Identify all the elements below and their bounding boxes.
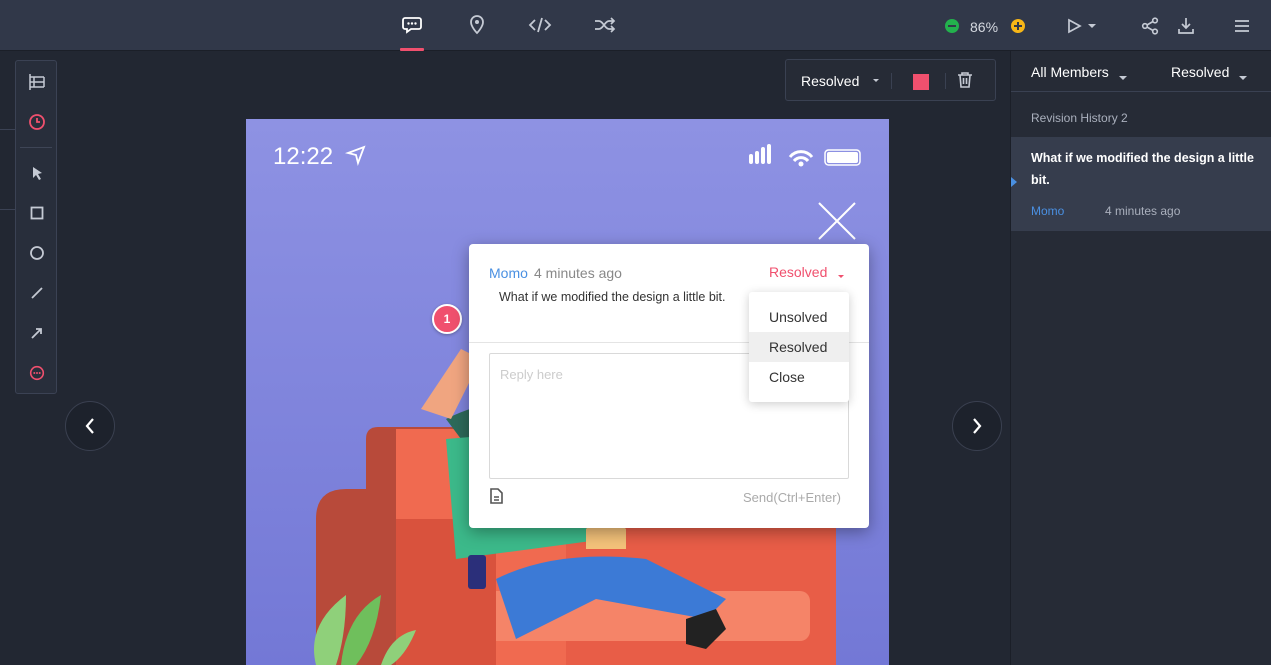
- comment-filter-toolbar: Resolved: [785, 59, 996, 101]
- menu-icon: [1235, 20, 1249, 32]
- comment-card[interactable]: What if we modified the design a little …: [1011, 137, 1271, 231]
- share-icon: [1141, 17, 1159, 35]
- arrow-icon: [31, 328, 42, 339]
- status-option-resolved[interactable]: Resolved: [749, 332, 849, 362]
- chevron-right-icon: [973, 418, 982, 434]
- circle-icon: [30, 246, 44, 260]
- share-button[interactable]: [1139, 15, 1161, 37]
- color-swatch[interactable]: [913, 74, 929, 90]
- zoom-in-button[interactable]: [1011, 19, 1025, 33]
- status-filter[interactable]: Resolved: [1171, 64, 1229, 80]
- code-icon: [528, 17, 552, 33]
- zoom-level: 86%: [970, 19, 999, 35]
- comment-card-text: What if we modified the design a little …: [1031, 151, 1254, 187]
- divider: [20, 147, 52, 148]
- layers-icon: [29, 74, 45, 90]
- comment-time: 4 minutes ago: [534, 265, 622, 281]
- pointer-icon: [33, 167, 42, 180]
- chevron-left-icon: [85, 418, 94, 434]
- tab-location[interactable]: [464, 12, 490, 38]
- shuffle-icon: [595, 17, 616, 33]
- document-icon: [490, 488, 503, 504]
- top-bar: 86%: [0, 0, 1271, 51]
- comment-icon: [402, 17, 422, 34]
- comment-author[interactable]: Momo: [489, 265, 528, 281]
- circle-tool[interactable]: [26, 242, 48, 264]
- send-button[interactable]: Send(Ctrl+Enter): [743, 490, 841, 505]
- divider: [1011, 91, 1271, 92]
- history-tool[interactable]: [26, 111, 48, 133]
- location-pin-icon: [470, 15, 484, 35]
- menu-button[interactable]: [1231, 15, 1253, 37]
- status-filter-label[interactable]: Resolved: [801, 73, 859, 89]
- download-icon: [1178, 18, 1194, 34]
- status-dropdown-menu: Unsolved Resolved Close: [749, 292, 849, 402]
- comment-text: What if we modified the design a little …: [499, 290, 726, 304]
- selected-indicator: [1011, 177, 1017, 187]
- rectangle-icon: [30, 206, 44, 220]
- layers-tool[interactable]: [26, 71, 48, 93]
- download-button[interactable]: [1175, 15, 1197, 37]
- divider: [945, 73, 946, 89]
- tool-panel: [15, 60, 57, 394]
- revision-history-label[interactable]: Revision History 2: [1031, 111, 1128, 125]
- arrow-tool[interactable]: [26, 322, 48, 344]
- comment-tool-icon: [29, 365, 45, 381]
- chevron-down-icon[interactable]: [871, 73, 881, 92]
- play-icon: [1068, 18, 1082, 34]
- tab-shuffle[interactable]: [592, 12, 618, 38]
- preview-dropdown[interactable]: [1085, 15, 1099, 37]
- next-page-button[interactable]: [952, 401, 1002, 451]
- chevron-down-icon[interactable]: [1118, 68, 1128, 86]
- member-filter[interactable]: All Members: [1031, 64, 1109, 80]
- comments-panel: All Members Resolved Revision History 2 …: [1010, 51, 1271, 665]
- comment-status-select[interactable]: Resolved: [769, 264, 827, 280]
- line-icon: [31, 287, 43, 299]
- chevron-down-icon: [1088, 24, 1096, 28]
- attach-button[interactable]: [489, 488, 503, 509]
- trash-icon: [958, 72, 972, 88]
- divider: [0, 209, 15, 210]
- phone-clock: 12:22: [273, 143, 334, 170]
- preview-button[interactable]: [1063, 15, 1085, 37]
- line-tool[interactable]: [26, 282, 48, 304]
- delete-button[interactable]: [957, 71, 973, 94]
- history-icon: [29, 114, 45, 130]
- reply-placeholder: Reply here: [500, 367, 563, 382]
- divider: [0, 129, 15, 130]
- status-option-close[interactable]: Close: [749, 362, 849, 392]
- tab-comment[interactable]: [399, 12, 425, 51]
- chevron-down-icon[interactable]: [1238, 68, 1248, 86]
- comment-marker[interactable]: 1: [432, 304, 462, 334]
- tab-code[interactable]: [527, 12, 553, 38]
- divider: [891, 73, 892, 89]
- select-tool[interactable]: [26, 162, 48, 184]
- chevron-down-icon[interactable]: [836, 268, 846, 286]
- previous-page-button[interactable]: [65, 401, 115, 451]
- zoom-out-button[interactable]: [945, 19, 959, 33]
- comment-card-time: 4 minutes ago: [1105, 204, 1181, 218]
- rectangle-tool[interactable]: [26, 202, 48, 224]
- status-option-unsolved[interactable]: Unsolved: [749, 302, 849, 332]
- comment-tool[interactable]: [26, 362, 48, 384]
- comment-card-author[interactable]: Momo: [1031, 204, 1064, 218]
